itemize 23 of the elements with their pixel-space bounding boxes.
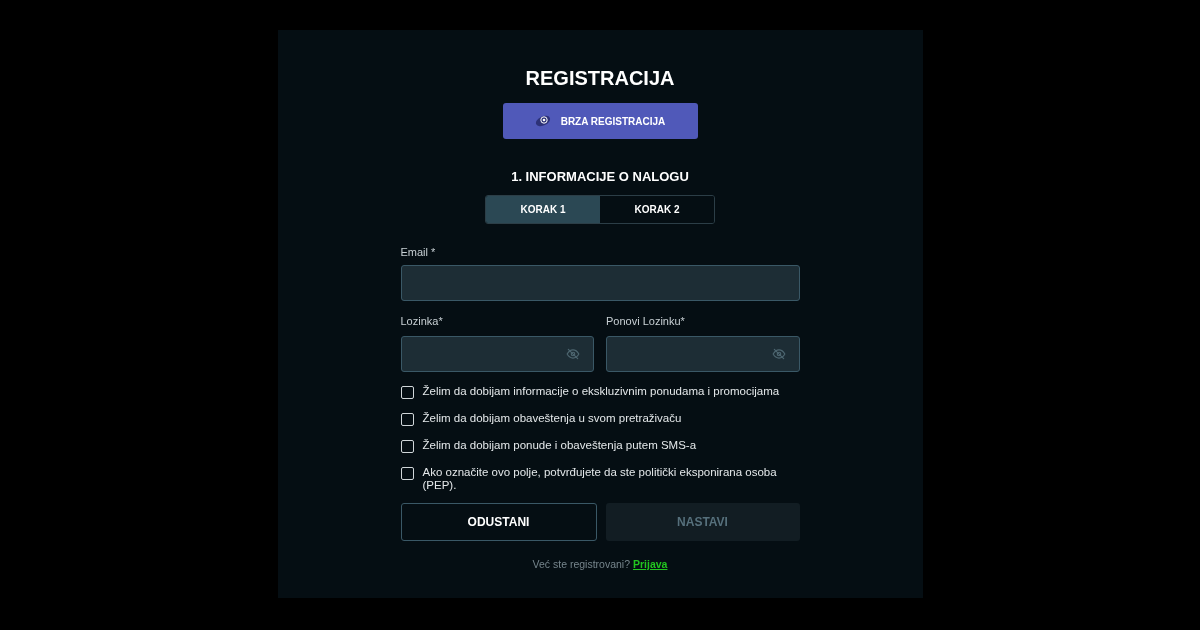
hidden-eye-icon[interactable]: [566, 346, 580, 361]
field-label: Lozinka*: [400, 314, 444, 329]
checkbox-label: Želim da dobijam obaveštenja u svom pretraživaču: [422, 411, 683, 425]
checkbox-label: Želim da dobijam informacije o ekskluzivnim ponudama i promocijama: [422, 384, 781, 398]
step-tab[interactable]: KORAK 1: [486, 195, 600, 223]
checkbox[interactable]: [400, 466, 414, 480]
quick-registration-button[interactable]: BRZA REGISTRACIJA: [502, 103, 698, 139]
section-title: 1. INFORMACIJE O NALOGU: [511, 168, 689, 186]
cancel-button[interactable]: ODUSTANI: [400, 502, 597, 541]
checkbox[interactable]: [400, 439, 414, 453]
field-label: Email *: [400, 244, 437, 260]
checkbox-label: Želim da dobijam ponude i obaveštenja putem SMS-a: [422, 438, 698, 452]
checkbox-label: Ako označite ovo polje, potvrđujete da ste politički eksponirana osoba (PEP).: [422, 465, 778, 492]
checkbox[interactable]: [400, 412, 414, 426]
email-field[interactable]: [400, 265, 800, 301]
page-title: REGISTRACIJA: [525, 66, 675, 90]
hidden-eye-icon[interactable]: [771, 346, 786, 361]
field-label: Ponovi Lozinku*: [606, 314, 686, 329]
footer-text: Već ste registrovani?: [532, 557, 631, 570]
login-link[interactable]: Prijava: [632, 557, 668, 570]
checkbox[interactable]: [400, 385, 414, 399]
input-field[interactable]: [400, 335, 594, 372]
input-field[interactable]: [606, 335, 800, 372]
